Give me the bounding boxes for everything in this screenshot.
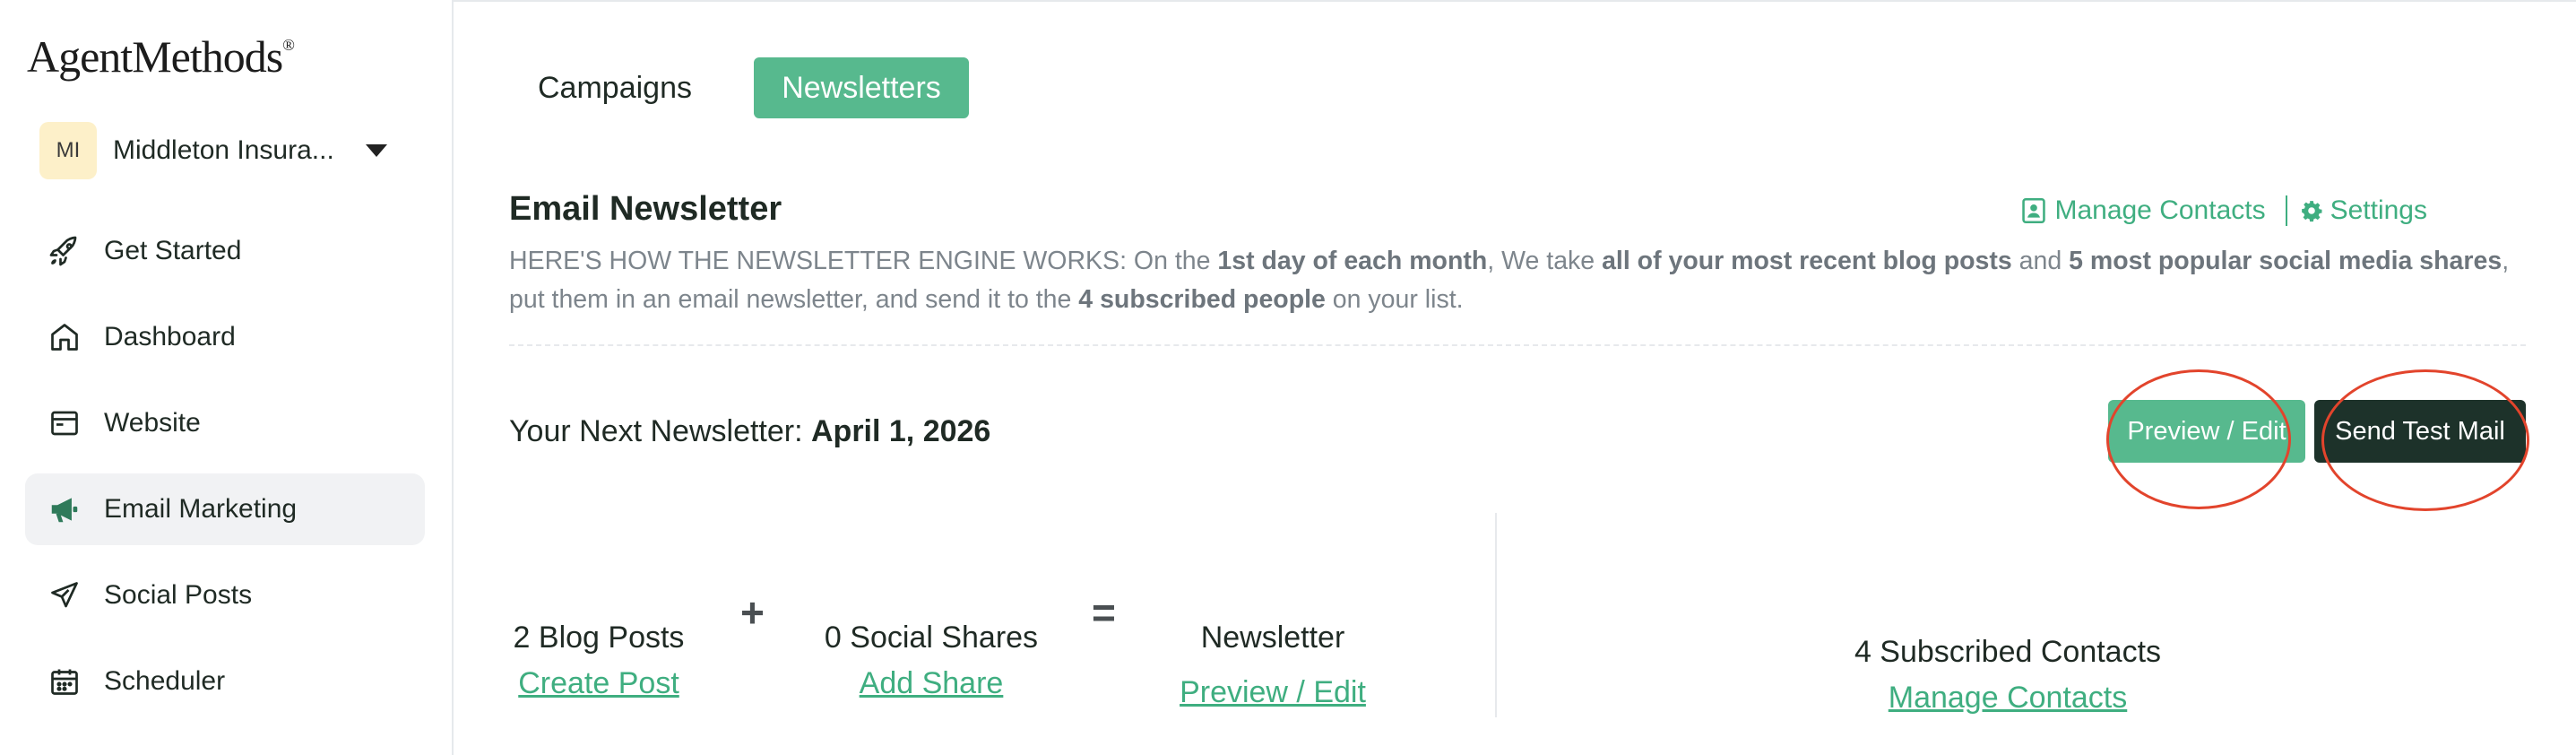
browser-window-icon: [47, 405, 82, 441]
tab-newsletters[interactable]: Newsletters: [754, 57, 969, 118]
sidebar-item-website[interactable]: Website: [25, 387, 425, 459]
calendar-icon: [47, 664, 82, 699]
add-share-link[interactable]: Add Share: [824, 666, 1039, 701]
manage-contacts-link[interactable]: Manage Contacts: [2022, 195, 2266, 226]
newsletter-description: HERE'S HOW THE NEWSLETTER ENGINE WORKS: …: [509, 242, 2526, 319]
equals-symbol: =: [1092, 589, 1116, 636]
description-emphasis: all of your most recent blog posts: [1602, 247, 2012, 275]
sidebar-item-label: Dashboard: [104, 322, 236, 351]
logo-registered-mark: ®: [282, 36, 295, 54]
settings-link[interactable]: Settings: [2300, 195, 2427, 226]
newsletter-preview-edit-link[interactable]: Preview / Edit: [1174, 675, 1371, 710]
brand-logo[interactable]: AgentMethods®: [27, 30, 295, 82]
sidebar-item-email-marketing[interactable]: Email Marketing: [25, 473, 425, 545]
sidebar-item-label: Scheduler: [104, 666, 226, 696]
create-post-link[interactable]: Create Post: [509, 666, 688, 701]
sidebar: AgentMethods® MI Middleton Insura... Get…: [0, 0, 454, 755]
manage-contacts-label: Manage Contacts: [2054, 195, 2266, 225]
next-newsletter-date: April 1, 2026: [811, 414, 991, 448]
logo-text: AgentMethods: [27, 31, 283, 82]
account-switcher[interactable]: MI Middleton Insura...: [39, 122, 425, 179]
plus-symbol: +: [740, 589, 765, 636]
account-name: Middleton Insura...: [113, 135, 334, 165]
next-newsletter: Your Next Newsletter: April 1, 2026: [509, 414, 990, 449]
gear-icon: [2301, 201, 2322, 222]
sidebar-item-get-started[interactable]: Get Started: [25, 215, 425, 287]
sidebar-item-label: Social Posts: [104, 580, 253, 610]
description-emphasis: 1st day of each month: [1217, 247, 1488, 275]
send-test-mail-button[interactable]: Send Test Mail: [2314, 400, 2526, 463]
description-text: HERE'S HOW THE NEWSLETTER ENGINE WORKS: …: [509, 247, 1218, 275]
megaphone-icon: [47, 491, 82, 527]
newsletter-label: Newsletter: [1200, 620, 1345, 655]
sidebar-item-label: Get Started: [104, 236, 242, 265]
description-text: , We take: [1487, 247, 1603, 275]
section-divider: [509, 344, 2526, 346]
next-newsletter-label: Your Next Newsletter:: [509, 414, 811, 448]
contact-card-icon: [2022, 198, 2046, 223]
page-title: Email Newsletter: [509, 190, 782, 228]
settings-label: Settings: [2330, 195, 2427, 225]
sidebar-item-label: Website: [104, 408, 201, 438]
account-avatar: MI: [39, 122, 97, 179]
preview-edit-button[interactable]: Preview / Edit: [2108, 400, 2305, 463]
tab-campaigns[interactable]: Campaigns: [507, 57, 722, 118]
description-emphasis: 5 most popular social media shares: [2069, 247, 2503, 275]
home-icon: [47, 319, 82, 355]
link-separator: [2285, 195, 2287, 226]
paper-plane-icon: [47, 577, 82, 613]
description-emphasis: 4 subscribed people: [1078, 285, 1326, 314]
newsletter-summary: Newsletter Preview / Edit: [1174, 620, 1371, 710]
description-text: and: [2011, 247, 2070, 275]
subscribed-contacts-summary: 4 Subscribed Contacts Manage Contacts: [1828, 635, 2187, 716]
description-text: on your list.: [1325, 285, 1464, 314]
column-divider: [1495, 513, 1497, 717]
sidebar-item-social-posts[interactable]: Social Posts: [25, 560, 425, 631]
manage-contacts-bottom-link[interactable]: Manage Contacts: [1828, 681, 2187, 716]
subscribed-contacts-count: 4 Subscribed Contacts: [1854, 635, 2162, 669]
social-shares-summary: 0 Social Shares Add Share: [824, 620, 1039, 701]
sidebar-item-label: Email Marketing: [104, 494, 298, 524]
blog-posts-summary: 2 Blog Posts Create Post: [509, 620, 688, 701]
sidebar-item-scheduler[interactable]: Scheduler: [25, 646, 425, 717]
blog-posts-count: 2 Blog Posts: [513, 620, 685, 655]
sidebar-item-dashboard[interactable]: Dashboard: [25, 301, 425, 373]
header-links: Manage Contacts Settings: [2022, 195, 2427, 226]
social-shares-count: 0 Social Shares: [824, 620, 1039, 655]
chevron-down-icon[interactable]: [366, 144, 387, 157]
sidebar-nav: Get Started Dashboard Website Email Mark…: [25, 215, 425, 732]
rocket-icon: [47, 233, 82, 269]
